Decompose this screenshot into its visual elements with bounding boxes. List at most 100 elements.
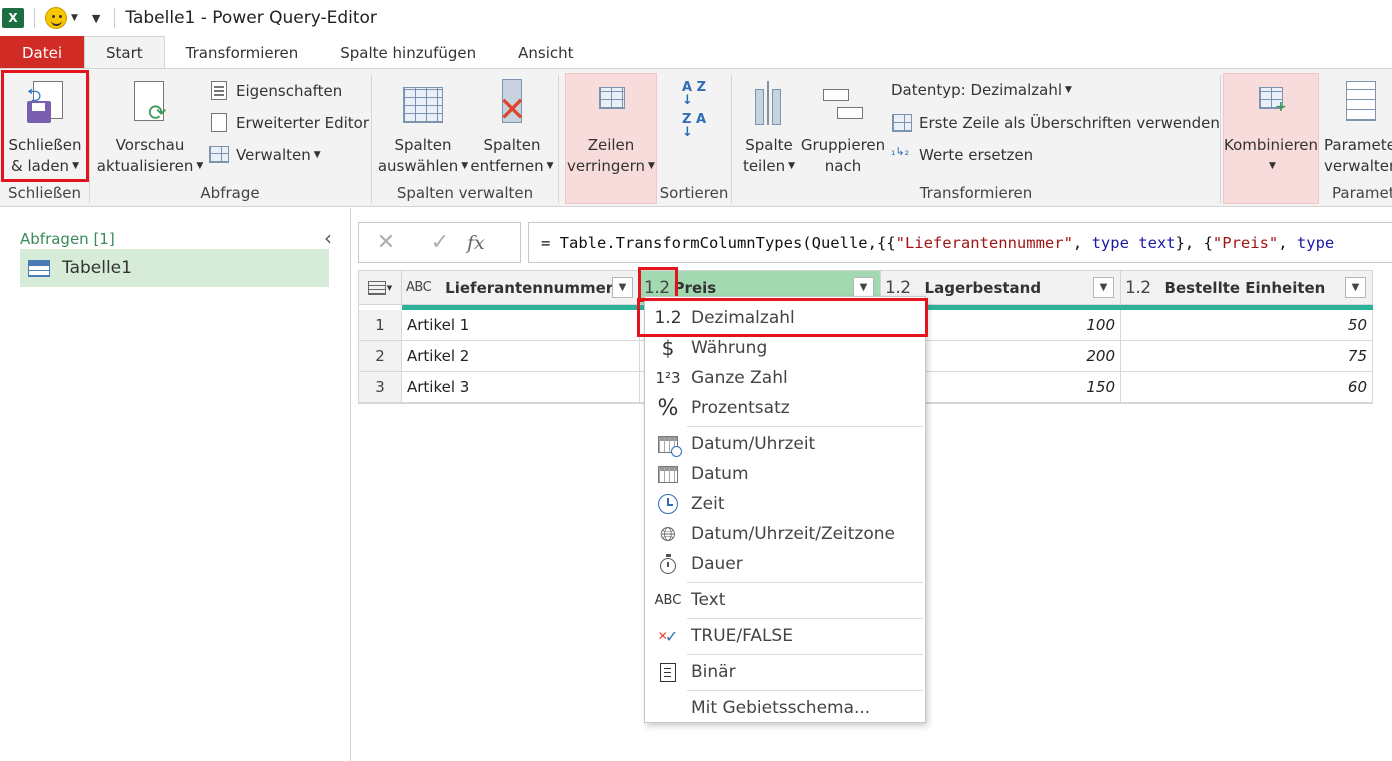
menu-item-label: Datum/Uhrzeit: [691, 434, 816, 454]
remove-columns-button[interactable]: ✕ Spalten entfernen ▼: [470, 79, 554, 177]
chevron-down-icon: ▼: [648, 161, 655, 171]
formula-token: text: [1138, 234, 1176, 252]
formula-token: "Preis": [1212, 234, 1279, 252]
chevron-left-icon[interactable]: ‹: [324, 226, 332, 250]
formula-token: = Table.TransformColumnTypes(Quelle,{{: [541, 234, 896, 252]
table-cell[interactable]: Artikel 1: [402, 310, 640, 341]
menu-item-label: Ganze Zahl: [691, 368, 788, 388]
chevron-down-icon: ▼: [386, 283, 393, 292]
customize-qat-icon[interactable]: ▼: [92, 12, 100, 25]
tab-transformieren[interactable]: Transformieren: [165, 36, 320, 69]
table-menu-button[interactable]: ▼: [359, 271, 402, 305]
table-cell[interactable]: 75: [1121, 341, 1373, 372]
highlight-close-load: [1, 70, 89, 182]
decimal-type-icon[interactable]: 1.2: [1125, 278, 1151, 298]
split-column-button[interactable]: Spalte teilen ▼: [740, 79, 798, 177]
menu-item-mit-gebietsschema[interactable]: Mit Gebietsschema...: [645, 693, 925, 723]
cancel-icon[interactable]: ✕: [359, 230, 413, 255]
globe-clock-icon: 🌐︎: [660, 522, 676, 546]
formula-input[interactable]: = Table.TransformColumnTypes(Quelle,{{"L…: [528, 222, 1392, 263]
highlight-dezimalzahl: [637, 298, 928, 337]
chevron-down-icon[interactable]: ▼: [612, 277, 633, 298]
title-separator: [114, 8, 116, 28]
replace-values-button[interactable]: ₁↳₂ Werte ersetzen: [891, 145, 1033, 165]
column-header-bestellte-einheiten[interactable]: 1.2 Bestellte Einheiten ▼: [1121, 271, 1373, 305]
tab-ansicht[interactable]: Ansicht: [497, 36, 594, 69]
whole-number-icon: 1²3: [655, 369, 681, 387]
menu-item-text[interactable]: ABC Text: [645, 585, 925, 615]
table-cell[interactable]: Artikel 2: [402, 341, 640, 372]
menu-separator: [687, 426, 923, 427]
sort-ascending-button[interactable]: A Z ↓: [682, 81, 708, 107]
menu-item-zeit[interactable]: Zeit: [645, 489, 925, 519]
advanced-editor-label: Erweiterter Editor: [236, 114, 370, 132]
confirm-icon[interactable]: ✓: [413, 230, 467, 255]
menu-item-true-false[interactable]: ✕ ✓ TRUE/FALSE: [645, 621, 925, 651]
reduce-rows-icon: [589, 79, 633, 129]
chevron-down-icon: ▼: [461, 161, 469, 171]
formula-token: [1129, 234, 1138, 252]
menu-item-dauer[interactable]: Dauer: [645, 549, 925, 579]
row-number: 3: [359, 372, 402, 403]
menu-item-label: Währung: [691, 338, 768, 358]
chevron-down-icon: ▼: [1065, 85, 1072, 95]
combine-label: Kombinieren: [1223, 136, 1319, 154]
combine-button[interactable]: + Kombinieren ▼: [1224, 79, 1318, 177]
menu-item-label: Mit Gebietsschema...: [691, 698, 871, 718]
use-first-row-as-headers-button[interactable]: Erste Zeile als Überschriften verwenden▼: [891, 113, 1235, 133]
properties-button[interactable]: Eigenschaften: [208, 81, 342, 101]
group-label-params: Paramete: [1332, 184, 1392, 202]
menu-separator: [687, 618, 923, 619]
table-cell[interactable]: 60: [1121, 372, 1373, 403]
manage-parameters-button[interactable]: Paramete verwalten: [1324, 79, 1392, 177]
chevron-down-icon[interactable]: ▼: [853, 277, 874, 298]
table-cell[interactable]: 50: [1121, 310, 1373, 341]
sort-descending-button[interactable]: Z A ↓: [682, 113, 708, 139]
fx-icon[interactable]: fx: [467, 232, 485, 254]
tab-datei[interactable]: Datei: [0, 36, 84, 69]
manage-button[interactable]: Verwalten ▼: [208, 145, 321, 165]
remove-columns-icon: ✕: [490, 79, 534, 129]
split-column-icon: [747, 79, 791, 129]
decimal-type-icon[interactable]: 1.2: [885, 278, 911, 298]
chevron-down-icon: ▼: [1269, 161, 1276, 171]
tab-spalte-hinzufuegen[interactable]: Spalte hinzufügen: [319, 36, 497, 69]
ribbon-tabs: Datei Start Transformieren Spalte hinzuf…: [0, 36, 1392, 69]
column-header-lieferantennummer[interactable]: ABC Lieferantennummer ▼: [402, 271, 640, 305]
percent-icon: %: [657, 395, 679, 421]
menu-item-prozentsatz[interactable]: % Prozentsatz: [645, 393, 925, 423]
menu-item-label: Datum/Uhrzeit/Zeitzone: [691, 524, 895, 544]
menu-item-binaer[interactable]: Binär: [645, 657, 925, 687]
table-icon: [891, 113, 913, 133]
formula-token: }, {: [1175, 234, 1213, 252]
menu-item-datum[interactable]: Datum: [645, 459, 925, 489]
query-item-tabelle1[interactable]: Tabelle1: [20, 249, 329, 287]
menu-item-ganze-zahl[interactable]: 1²3 Ganze Zahl: [645, 363, 925, 393]
group-by-icon: [821, 79, 865, 129]
text-type-icon[interactable]: ABC: [406, 280, 432, 295]
formula-token: "Lieferantennummer": [895, 234, 1073, 252]
feedback-smiley-icon[interactable]: [45, 7, 67, 29]
chevron-down-icon[interactable]: ▼: [1345, 277, 1366, 298]
datetime-icon: [645, 435, 691, 457]
tab-start[interactable]: Start: [84, 36, 165, 69]
choose-columns-button[interactable]: Spalten auswählen ▼: [378, 79, 468, 177]
menu-item-waehrung[interactable]: $ Währung: [645, 333, 925, 363]
group-by-button[interactable]: Gruppieren nach: [800, 79, 886, 177]
formula-token: ,: [1278, 234, 1297, 252]
refresh-preview-button[interactable]: ⟳ Vorschau aktualisieren ▼: [97, 79, 203, 177]
reduce-rows-button[interactable]: Zeilen verringern ▼: [566, 79, 656, 177]
advanced-editor-button[interactable]: Erweiterter Editor: [208, 113, 369, 133]
chevron-down-icon[interactable]: ▼: [1093, 277, 1114, 298]
chevron-down-icon[interactable]: ▼: [71, 13, 78, 23]
menu-item-datum-uhrzeit[interactable]: Datum/Uhrzeit: [645, 429, 925, 459]
queries-pane: Abfragen [1] ‹ Tabelle1: [0, 208, 351, 761]
menu-item-datum-uhrzeit-zeitzone[interactable]: 🌐︎ Datum/Uhrzeit/Zeitzone: [645, 519, 925, 549]
properties-label: Eigenschaften: [236, 82, 343, 100]
data-type-dropdown[interactable]: Datentyp: Dezimalzahl ▼: [891, 81, 1072, 99]
reduce-rows-line1: Zeilen: [587, 136, 635, 154]
choose-columns-icon: [401, 79, 445, 129]
choose-cols-line1: Spalten: [394, 136, 452, 154]
table-cell[interactable]: Artikel 3: [402, 372, 640, 403]
text-type-icon: ABC: [654, 592, 682, 608]
